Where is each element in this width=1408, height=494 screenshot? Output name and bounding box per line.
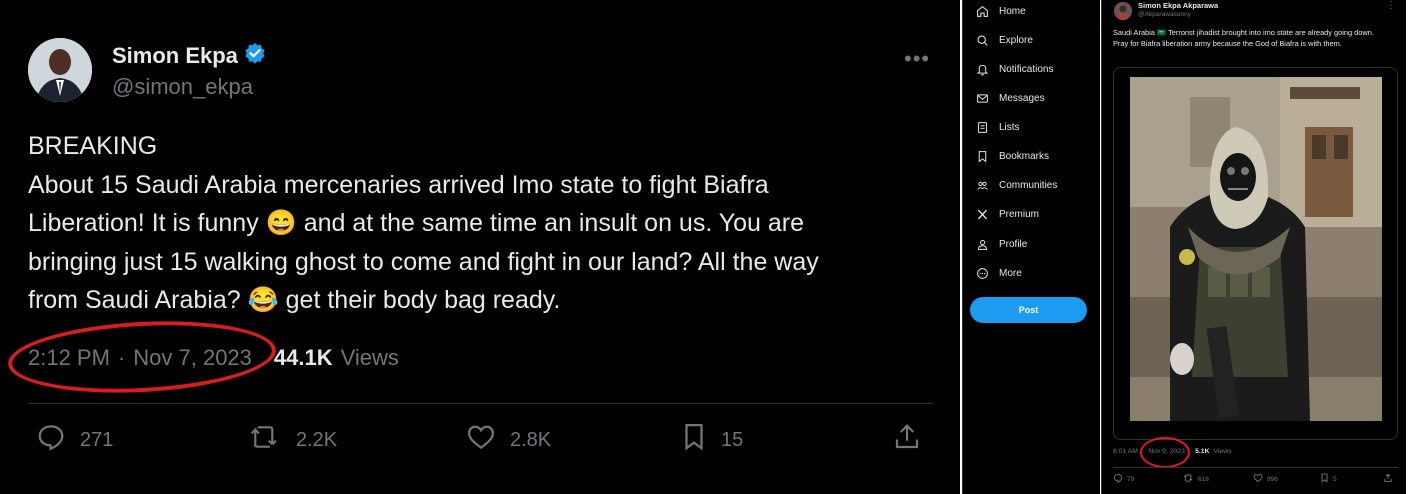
nav-label: Communities xyxy=(999,179,1058,191)
bookmark-button[interactable]: 5 xyxy=(1320,473,1337,485)
tweet-line: bringing just 15 walking ghost to come a… xyxy=(28,247,819,276)
nav-item-bookmarks[interactable]: Bookmarks xyxy=(975,148,1049,164)
nav-item-messages[interactable]: Messages xyxy=(975,90,1045,106)
mail-icon xyxy=(975,91,989,105)
red-circle-annotation xyxy=(1140,437,1190,468)
like-count: 996 xyxy=(1267,475,1278,483)
tweet-media[interactable] xyxy=(1113,67,1398,440)
reply-button[interactable]: 271 xyxy=(36,422,113,458)
like-count: 2.8K xyxy=(510,428,552,451)
avatar[interactable] xyxy=(1114,2,1132,20)
like-button[interactable]: 2.8K xyxy=(466,422,551,458)
heart-icon xyxy=(1253,473,1263,485)
tweet-line: from Saudi Arabia? 😂 get their body bag … xyxy=(28,286,561,314)
nav-label: Explore xyxy=(999,34,1033,46)
tweet-line: Pray for Biafra liberation army because … xyxy=(1113,39,1342,48)
nav-item-profile[interactable]: Profile xyxy=(975,236,1027,252)
tweet-screenshot-right: Simon Ekpa Akparawa @Akparawasunny ⋮ Sau… xyxy=(1101,0,1406,494)
tweet-screenshot-left: Simon Ekpa @simon_ekpa ••• BREAKING Abou… xyxy=(0,0,960,494)
nav-item-notifications[interactable]: Notifications xyxy=(975,61,1053,77)
reply-count: 271 xyxy=(80,428,114,451)
divider xyxy=(28,403,933,404)
action-bar: 271 2.2K 2.8K 15 xyxy=(36,422,926,458)
repost-count: 618 xyxy=(1198,475,1209,483)
nav-item-more[interactable]: More xyxy=(975,265,1022,281)
reply-icon xyxy=(36,422,66,458)
sidebar-nav: Home Explore Notifications Messages List… xyxy=(962,0,1100,494)
more-circle-icon xyxy=(975,266,989,280)
nav-item-communities[interactable]: Communities xyxy=(975,177,1057,193)
views-count: 5.1K xyxy=(1195,448,1210,455)
reply-count: 79 xyxy=(1127,475,1135,483)
repost-button[interactable]: 2.2K xyxy=(248,422,337,458)
nav-item-premium[interactable]: Premium xyxy=(975,206,1039,222)
nav-label: Lists xyxy=(999,121,1020,133)
nav-item-explore[interactable]: Explore xyxy=(975,32,1033,48)
communities-icon xyxy=(975,178,989,192)
divider xyxy=(1113,467,1398,468)
bookmark-count: 15 xyxy=(721,428,744,451)
share-icon xyxy=(1383,473,1393,485)
nav-item-home[interactable]: Home xyxy=(975,3,1026,19)
search-icon xyxy=(975,33,989,47)
nav-label: Messages xyxy=(999,92,1045,104)
share-button[interactable] xyxy=(1383,473,1393,485)
bookmark-icon xyxy=(681,422,707,458)
x-logo-icon xyxy=(975,207,989,221)
user-handle[interactable]: @Akparawasunny xyxy=(1138,11,1191,18)
tweet-line: BREAKING xyxy=(28,132,158,160)
tweet-time[interactable]: 8:01 AM xyxy=(1113,448,1138,455)
nav-label: Premium xyxy=(999,208,1040,220)
media-image xyxy=(1114,68,1397,439)
tweet-text: BREAKING About 15 Saudi Arabia mercenari… xyxy=(28,127,933,320)
home-icon xyxy=(975,4,989,18)
bell-icon xyxy=(975,62,989,76)
action-bar: 79 618 996 5 xyxy=(1113,473,1398,487)
tweet-text: Saudi Arabia 🇸🇦 Terrorist jihadist broug… xyxy=(1113,27,1398,49)
tweet-line: Liberation! It is funny 😄 and at the sam… xyxy=(28,209,805,237)
more-options-icon[interactable]: ••• xyxy=(904,46,930,72)
repost-icon xyxy=(1183,473,1194,485)
views-label: Views xyxy=(1213,448,1232,455)
repost-button[interactable]: 618 xyxy=(1183,473,1209,485)
bookmark-icon xyxy=(1320,473,1329,485)
avatar[interactable] xyxy=(28,38,92,102)
tweet-line: Saudi Arabia 🇸🇦 Terrorist jihadist broug… xyxy=(1113,28,1374,37)
bookmark-count: 5 xyxy=(1333,475,1337,483)
display-name[interactable]: Simon Ekpa xyxy=(112,43,238,69)
nav-item-lists[interactable]: Lists xyxy=(975,119,1020,135)
nav-label: Home xyxy=(999,5,1026,17)
like-button[interactable]: 996 xyxy=(1253,473,1278,485)
reply-icon xyxy=(1113,473,1123,485)
user-handle[interactable]: @simon_ekpa xyxy=(112,74,253,100)
views-label: Views xyxy=(340,345,399,370)
nav-label: Bookmarks xyxy=(999,150,1050,162)
list-icon xyxy=(975,120,989,134)
display-name[interactable]: Simon Ekpa Akparawa xyxy=(1138,1,1218,10)
tweet-line: About 15 Saudi Arabia mercenaries arrive… xyxy=(28,170,769,199)
nav-label: More xyxy=(999,267,1022,279)
heart-icon xyxy=(466,422,496,458)
nav-label: Notifications xyxy=(999,63,1054,75)
bookmark-icon xyxy=(975,149,989,163)
bookmark-button[interactable]: 15 xyxy=(681,422,743,458)
share-button[interactable] xyxy=(892,422,922,458)
nav-label: Profile xyxy=(999,238,1028,250)
share-icon xyxy=(892,422,922,458)
post-button[interactable]: Post xyxy=(970,297,1087,323)
reply-button[interactable]: 79 xyxy=(1113,473,1134,485)
profile-icon xyxy=(975,237,989,251)
repost-count: 2.2K xyxy=(296,428,338,451)
views-count: 44.1K xyxy=(273,345,333,370)
repost-icon xyxy=(248,422,282,458)
red-circle-annotation xyxy=(6,315,278,399)
more-options-icon[interactable]: ⋮ xyxy=(1386,0,1396,11)
verified-badge-icon xyxy=(244,42,266,69)
